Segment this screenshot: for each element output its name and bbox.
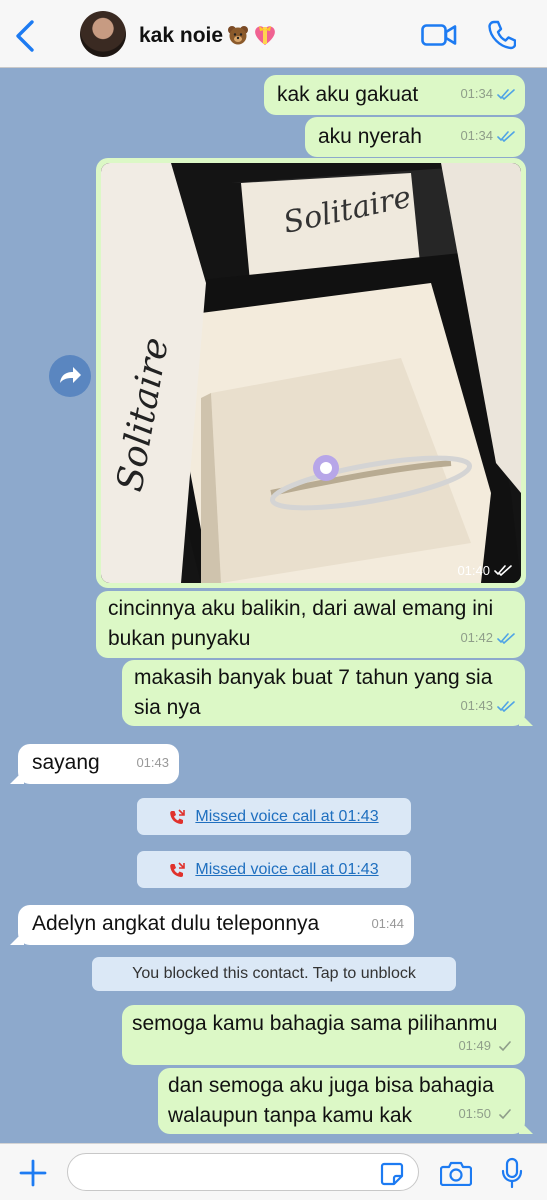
message-bubble[interactable]: dan semoga aku juga bisa bahagia walaupu… xyxy=(158,1068,533,1134)
read-double-tick-icon xyxy=(497,700,515,712)
message-time: 01:40 xyxy=(457,563,490,578)
message-text: sayang xyxy=(32,751,100,774)
message-text: aku nyerah xyxy=(318,125,422,148)
message-meta: 01:40 xyxy=(457,563,512,578)
missed-call-text[interactable]: Missed voice call at 01:43 xyxy=(195,861,378,879)
bear-emoji-icon xyxy=(228,26,249,45)
read-double-tick-icon xyxy=(497,632,515,644)
message-time: 01:43 xyxy=(136,755,169,770)
message-bubble[interactable]: Adelyn angkat dulu teleponnya 01:44 xyxy=(10,905,414,945)
message-time: 01:44 xyxy=(371,916,404,931)
bubble-tail xyxy=(519,1120,533,1134)
message-bubble[interactable]: aku nyerah 01:34 xyxy=(305,117,525,157)
message-time: 01:34 xyxy=(460,86,493,101)
camera-icon[interactable] xyxy=(440,1160,472,1186)
input-bar xyxy=(0,1143,547,1200)
message-meta: 01:50 xyxy=(458,1099,513,1129)
blocked-notice[interactable]: You blocked this contact. Tap to unblock xyxy=(92,957,456,991)
delivered-tick-icon xyxy=(499,1108,511,1119)
message-time: 01:50 xyxy=(458,1106,491,1121)
read-double-tick-icon xyxy=(497,130,515,142)
forward-button[interactable] xyxy=(49,355,91,397)
microphone-icon[interactable] xyxy=(500,1157,524,1189)
message-text: Adelyn angkat dulu teleponnya xyxy=(32,912,320,935)
voice-call-icon[interactable] xyxy=(488,20,516,50)
missed-call-notice[interactable]: Missed voice call at 01:43 xyxy=(137,851,411,888)
contact-avatar[interactable] xyxy=(80,11,126,57)
video-call-icon[interactable] xyxy=(421,24,457,46)
sticker-icon[interactable] xyxy=(380,1162,404,1186)
contact-title[interactable]: kak noie xyxy=(139,24,278,48)
message-input[interactable] xyxy=(67,1153,419,1191)
message-bubble[interactable]: kak aku gakuat 01:34 xyxy=(264,75,525,115)
back-chevron-icon[interactable] xyxy=(12,19,40,53)
bubble-tail xyxy=(10,931,24,945)
contact-name: kak noie xyxy=(139,24,224,47)
message-meta: 01:49 xyxy=(458,1031,513,1061)
message-time: 01:42 xyxy=(460,630,493,645)
message-text: semoga kamu bahagia sama pilihanmu xyxy=(132,1012,498,1035)
missed-call-icon xyxy=(170,861,186,877)
missed-call-icon xyxy=(170,808,186,824)
plus-icon[interactable] xyxy=(18,1158,48,1188)
message-text: makasih banyak buat 7 tahun yang sia sia… xyxy=(134,666,493,719)
photo-message[interactable]: Solitaire Solitaire 01:40 xyxy=(96,158,526,588)
message-meta: 01:42 xyxy=(460,623,515,653)
missed-call-notice[interactable]: Missed voice call at 01:43 xyxy=(137,798,411,835)
message-text: kak aku gakuat xyxy=(277,83,419,106)
chat-header: kak noie xyxy=(0,0,547,68)
heart-ribbon-emoji-icon xyxy=(255,26,275,45)
forward-arrow-icon xyxy=(60,367,81,383)
delivered-tick-icon xyxy=(499,1040,511,1051)
message-bubble[interactable]: makasih banyak buat 7 tahun yang sia sia… xyxy=(122,660,533,726)
bubble-tail xyxy=(10,770,24,784)
message-time: 01:34 xyxy=(460,128,493,143)
message-bubble[interactable]: sayang 01:43 xyxy=(10,744,179,784)
message-time: 01:49 xyxy=(458,1038,491,1053)
read-double-tick-icon xyxy=(494,565,512,576)
missed-call-text[interactable]: Missed voice call at 01:43 xyxy=(195,808,378,826)
message-meta: 01:43 xyxy=(460,691,515,721)
message-time: 01:43 xyxy=(460,698,493,713)
message-meta: 01:34 xyxy=(460,79,515,109)
read-double-tick-icon xyxy=(497,88,515,100)
message-bubble[interactable]: semoga kamu bahagia sama pilihanmu 01:49 xyxy=(122,1005,525,1065)
message-text: cincinnya aku balikin, dari awal emang i… xyxy=(108,597,494,650)
message-bubble[interactable]: cincinnya aku balikin, dari awal emang i… xyxy=(96,591,525,658)
ring-photo-image: Solitaire Solitaire xyxy=(101,163,521,583)
message-meta: 01:44 xyxy=(371,909,404,939)
bubble-tail xyxy=(519,712,533,726)
ring-photo[interactable]: Solitaire Solitaire xyxy=(101,163,521,583)
blocked-text: You blocked this contact. Tap to unblock xyxy=(132,965,416,982)
message-meta: 01:43 xyxy=(136,748,169,778)
message-meta: 01:34 xyxy=(460,121,515,151)
